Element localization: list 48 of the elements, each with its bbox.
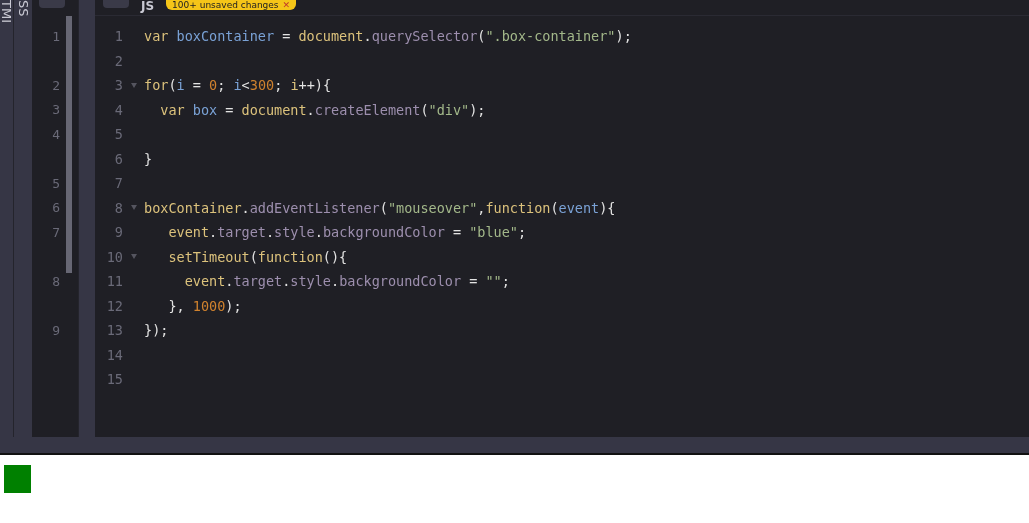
side-tab[interactable]: TMI	[0, 0, 14, 437]
code-line: }	[144, 149, 153, 169]
line-number: 5	[52, 174, 60, 193]
line-number: 3	[52, 101, 60, 119]
scrollbar-thumb[interactable]	[66, 16, 72, 273]
line-number: 9	[52, 321, 60, 340]
line-number: 1	[113, 27, 123, 47]
resize-bar[interactable]	[0, 437, 1029, 455]
line-number: 3	[113, 76, 123, 96]
code-line: boxContainer.addEventListener("mouseover",function(event){	[144, 198, 616, 218]
side-tab[interactable]: SS	[14, 0, 32, 437]
line-number: 9	[113, 223, 123, 243]
settings-button[interactable]	[103, 0, 129, 8]
code-line: var box = document.createElement("div");	[159, 100, 486, 120]
code-line: }, 1000);	[167, 296, 242, 316]
line-number: 8	[113, 198, 123, 218]
settings-button[interactable]	[39, 0, 65, 8]
line-number: 5	[113, 125, 123, 145]
line-number: 10	[105, 247, 123, 267]
line-number: 13	[105, 321, 123, 341]
fold-caret-icon[interactable]	[130, 82, 137, 88]
preview-block	[4, 465, 31, 493]
code-line: var boxContainer = document.querySelector(".box-container");	[144, 27, 632, 47]
code-line: });	[144, 321, 169, 341]
fold-caret-icon[interactable]	[130, 254, 137, 260]
line-number: 6	[52, 199, 60, 217]
line-number: 11	[105, 272, 123, 292]
line-number: 15	[105, 370, 123, 390]
line-number: 6	[113, 149, 123, 169]
line-number: 2	[113, 51, 123, 71]
badge-text: 100+ unsaved changes	[172, 0, 279, 10]
code-line: event.target.style.backgroundColor = "";	[183, 272, 510, 292]
line-number: 4	[52, 125, 60, 144]
code-line: event.target.style.backgroundColor = "blue";	[167, 223, 527, 243]
line-number: 12	[105, 296, 123, 316]
code-line: for(i = 0; i<300; i++){	[144, 76, 332, 96]
unsaved-changes-badge[interactable]: 100+ unsaved changes ✕	[166, 0, 297, 10]
code-line: setTimeout(function(){	[167, 247, 348, 267]
line-number: 7	[113, 174, 123, 194]
splitter-bar[interactable]	[78, 0, 95, 437]
line-number: 2	[52, 76, 60, 95]
line-number: 4	[113, 100, 123, 120]
editor-title: JS	[141, 0, 155, 12]
fold-caret-icon[interactable]	[130, 205, 137, 211]
line-number: 14	[105, 345, 123, 365]
line-number: 1	[52, 27, 60, 46]
line-number: 8	[52, 272, 60, 291]
line-number: 7	[52, 223, 60, 242]
